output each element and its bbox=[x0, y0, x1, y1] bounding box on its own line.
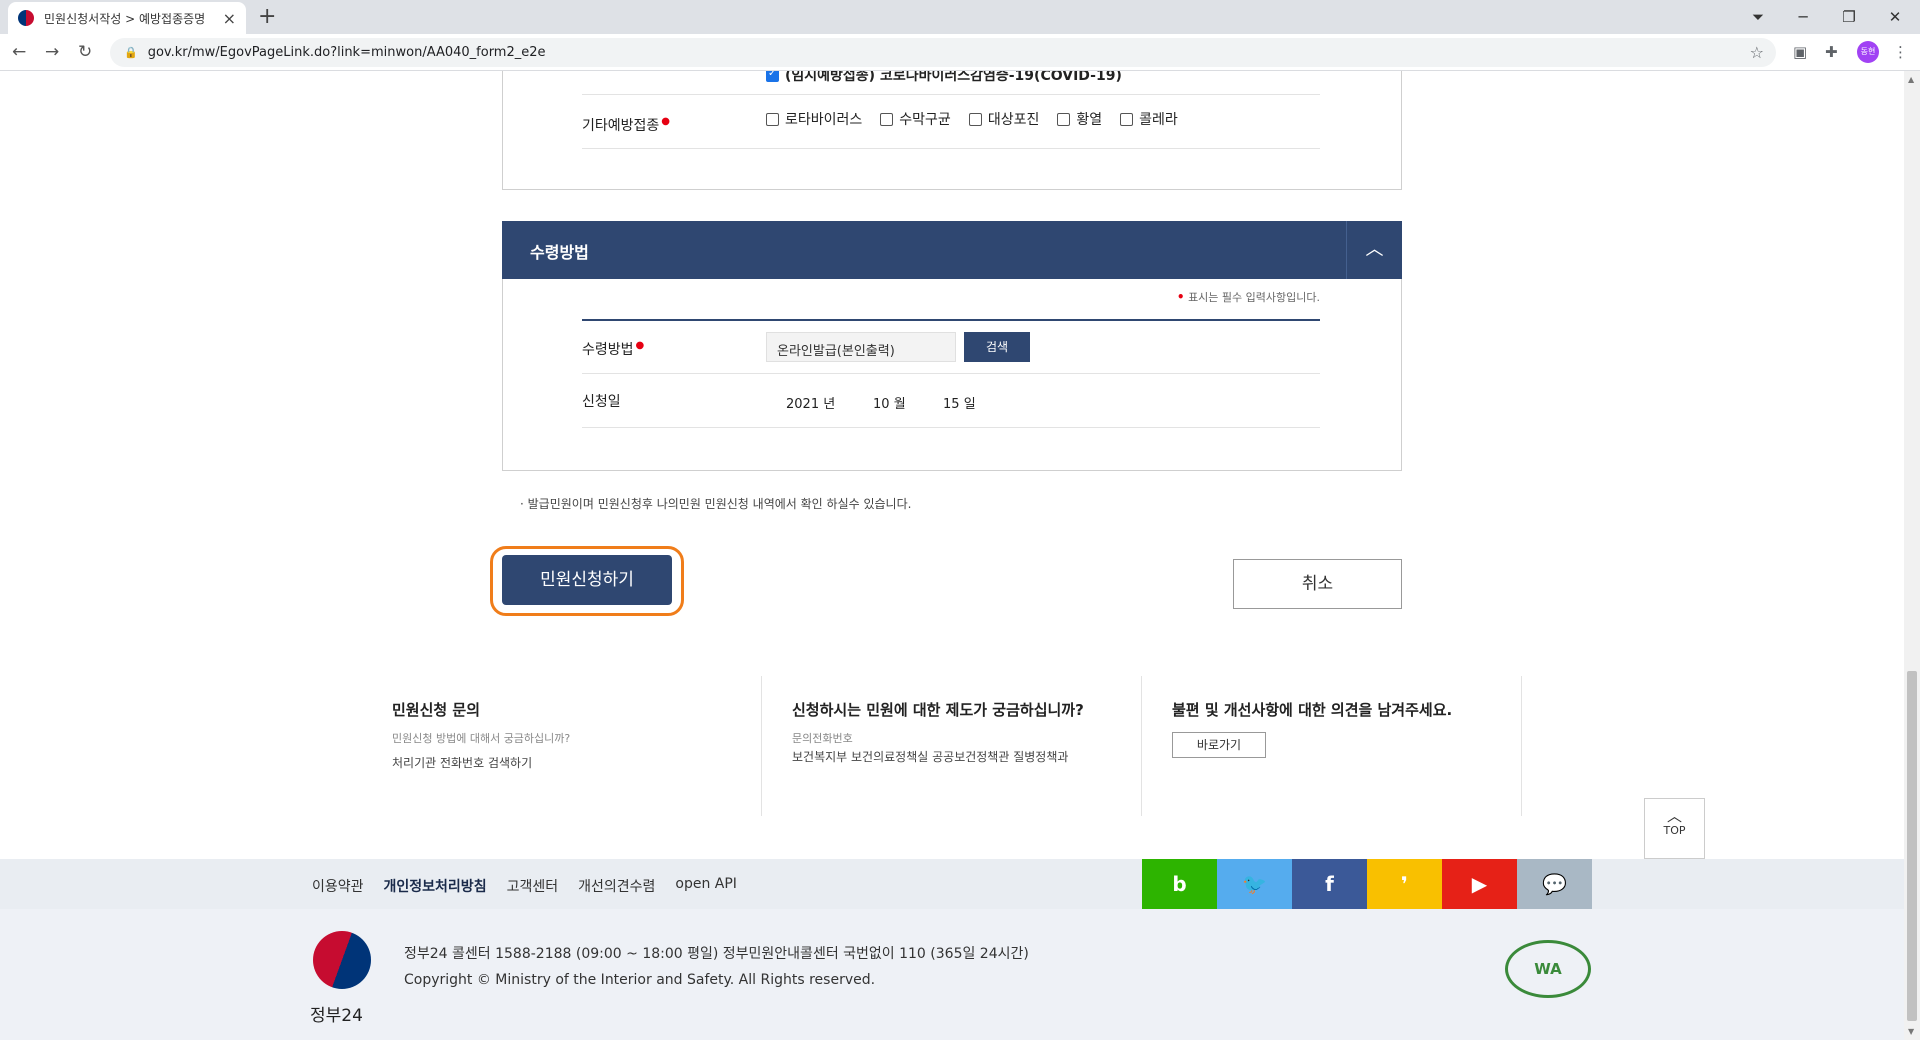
policy-sub: 문의전화번호 bbox=[792, 732, 853, 745]
extension-icon[interactable]: ▣ bbox=[1793, 43, 1807, 61]
open-api-link[interactable]: open API bbox=[675, 876, 737, 896]
scroll-down-icon[interactable]: ▼ bbox=[1908, 1027, 1914, 1036]
receipt-method-field[interactable]: 온라인발급(본인출력) bbox=[766, 332, 956, 362]
covid-checkbox[interactable] bbox=[766, 71, 779, 82]
divider bbox=[582, 427, 1320, 428]
search-button[interactable]: 검색 bbox=[964, 332, 1030, 362]
policy-title: 신청하시는 민원에 대한 제도가 궁금하십니까? bbox=[792, 701, 1084, 719]
required-note: • 표시는 필수 입력사항입니다. bbox=[1176, 290, 1320, 304]
divider bbox=[582, 373, 1320, 374]
inquiry-title: 민원신청 문의 bbox=[392, 701, 481, 719]
window-buttons: ─ ❐ ✕ bbox=[1780, 0, 1918, 34]
other-vaccine-label: 기타예방접종 ● bbox=[582, 116, 671, 134]
footer-info: 정부24 콜센터 1588-2188 (09:00 ~ 18:00 평일) 정부… bbox=[404, 941, 1029, 993]
section-title: 수령방법 bbox=[530, 243, 589, 262]
privacy-link[interactable]: 개인정보처리방침 bbox=[384, 876, 487, 896]
gov-favicon-icon bbox=[18, 10, 34, 26]
footer-nav: 이용약관 개인정보처리방침 고객센터 개선의견수렴 open API b 🐦 f… bbox=[0, 859, 1904, 909]
close-window-icon[interactable]: ✕ bbox=[1872, 8, 1918, 26]
footer: 정부24 정부24 콜센터 1588-2188 (09:00 ~ 18:00 평… bbox=[0, 909, 1904, 1040]
talk-icon[interactable]: 💬 bbox=[1517, 859, 1592, 909]
column-divider bbox=[1141, 676, 1142, 816]
section-divider bbox=[582, 319, 1320, 321]
tab-close-icon[interactable]: × bbox=[223, 9, 236, 28]
feedback-column: 불편 및 개선사항에 대한 의견을 남겨주세요. 바로가기 bbox=[1172, 699, 1452, 839]
tab-title: 민원신청서작성 > 예방접종증명 bbox=[44, 11, 206, 26]
address-bar[interactable]: 🔒 gov.kr/mw/EgovPageLink.do?link=minwon/… bbox=[110, 38, 1776, 67]
lock-icon: 🔒 bbox=[124, 46, 138, 59]
url-text: gov.kr/mw/EgovPageLink.do?link=minwon/AA… bbox=[147, 45, 546, 60]
apply-day: 15 일 bbox=[943, 397, 976, 412]
chevron-up-icon: ︿ bbox=[1666, 807, 1682, 825]
puzzle-icon[interactable]: ✚ bbox=[1825, 43, 1838, 61]
scrollbar-thumb[interactable] bbox=[1907, 671, 1917, 1021]
covid-label: (임시예방접종) 코로나바이러스감염증-19(COVID-19) bbox=[785, 71, 1122, 84]
browser-tab[interactable]: 민원신청서작성 > 예방접종증명 × bbox=[8, 2, 246, 34]
blog-icon[interactable]: b bbox=[1142, 859, 1217, 909]
web-accessibility-badge-icon: WA bbox=[1505, 940, 1591, 998]
policy-detail: 보건복지부 보건의료정책실 공공보건정책관 질병정책과 bbox=[792, 750, 1069, 764]
restore-icon[interactable]: ❐ bbox=[1826, 8, 1872, 26]
minimize-icon[interactable]: ─ bbox=[1780, 8, 1826, 26]
inquiry-sub: 민원신청 방법에 대해서 궁금하십니까? bbox=[392, 732, 571, 745]
menu-icon[interactable]: ⋮ bbox=[1893, 43, 1908, 61]
receipt-section-box bbox=[502, 279, 1402, 471]
terms-link[interactable]: 이용약관 bbox=[312, 876, 364, 896]
option-yellow-fever[interactable]: 황열 bbox=[1057, 109, 1102, 129]
browser-tabbar: 민원신청서작성 > 예방접종증명 × + ⏷ ─ ❐ ✕ bbox=[0, 0, 1920, 34]
twitter-icon[interactable]: 🐦 bbox=[1217, 859, 1292, 909]
inquiry-column: 민원신청 문의 민원신청 방법에 대해서 궁금하십니까? 처리기관 전화번호 검… bbox=[392, 699, 570, 839]
apply-button[interactable]: 민원신청하기 bbox=[502, 555, 672, 605]
option-shingles[interactable]: 대상포진 bbox=[968, 109, 1039, 129]
tab-search-icon[interactable]: ⏷ bbox=[1735, 8, 1781, 26]
logo-text: 정부24 bbox=[310, 1006, 363, 1026]
reload-icon[interactable]: ↻ bbox=[78, 42, 92, 62]
apply-month: 10 월 bbox=[873, 397, 906, 412]
youtube-icon[interactable]: ▶ bbox=[1442, 859, 1517, 909]
divider bbox=[582, 94, 1320, 95]
browser-toolbar: ← → ↻ 🔒 gov.kr/mw/EgovPageLink.do?link=m… bbox=[0, 34, 1920, 71]
copyright-line: Copyright © Ministry of the Interior and… bbox=[404, 972, 876, 988]
policy-column: 신청하시는 민원에 대한 제도가 궁금하십니까? 문의전화번호 보건복지부 보건… bbox=[792, 699, 1084, 839]
forward-icon[interactable]: → bbox=[45, 42, 59, 62]
method-label: 수령방법 ● bbox=[582, 340, 645, 358]
page-content: (임시예방접종) 코로나바이러스감염증-19(COVID-19) 기타예방접종●… bbox=[0, 71, 1904, 1040]
footer-links: 이용약관 개인정보처리방침 고객센터 개선의견수렴 open API bbox=[312, 876, 737, 896]
profile-avatar[interactable]: 동현 bbox=[1857, 41, 1879, 63]
divider bbox=[582, 148, 1320, 149]
gov24-logo-icon bbox=[313, 931, 371, 989]
collapse-chevron-icon[interactable]: ︿ bbox=[1346, 221, 1402, 279]
column-divider bbox=[761, 676, 762, 816]
new-tab-icon[interactable]: + bbox=[258, 4, 276, 29]
apply-date-label: 신청일 bbox=[582, 394, 621, 410]
phone-search-link[interactable]: 처리기관 전화번호 검색하기 bbox=[392, 754, 570, 771]
feedback-title: 불편 및 개선사항에 대한 의견을 남겨주세요. bbox=[1172, 701, 1453, 719]
bookmark-star-icon[interactable]: ☆ bbox=[1750, 43, 1764, 62]
other-vaccine-options: 로타바이러스 수막구균 대상포진 황열 콜레라 bbox=[766, 109, 1196, 129]
covid-vaccine-item: (임시예방접종) 코로나바이러스감염증-19(COVID-19) bbox=[766, 71, 1140, 86]
callcenter-line: 정부24 콜센터 1588-2188 (09:00 ~ 18:00 평일) 정부… bbox=[404, 946, 1029, 962]
cancel-button[interactable]: 취소 bbox=[1233, 559, 1402, 609]
notice-text: · 발급민원이며 민원신청후 나의민원 민원신청 내역에서 확인 하실수 있습니… bbox=[520, 497, 912, 511]
back-icon[interactable]: ← bbox=[12, 42, 26, 62]
option-meningococcus[interactable]: 수막구균 bbox=[880, 109, 951, 129]
top-button[interactable]: ︿ TOP bbox=[1644, 798, 1705, 859]
receipt-section-header: 수령방법 ︿ bbox=[502, 221, 1402, 279]
option-rotavirus[interactable]: 로타바이러스 bbox=[766, 109, 862, 129]
scroll-up-icon[interactable]: ▲ bbox=[1908, 75, 1914, 84]
feedback-link[interactable]: 개선의견수렴 bbox=[578, 876, 655, 896]
scrollbar[interactable]: ▲ ▼ bbox=[1904, 71, 1920, 1040]
option-cholera[interactable]: 콜레라 bbox=[1120, 109, 1178, 129]
kakaostory-icon[interactable]: ❜ bbox=[1367, 859, 1442, 909]
support-link[interactable]: 고객센터 bbox=[507, 876, 559, 896]
column-divider bbox=[1521, 676, 1522, 816]
apply-year: 2021 년 bbox=[786, 397, 836, 412]
window-controls: ⏷ bbox=[1735, 0, 1781, 34]
go-button[interactable]: 바로가기 bbox=[1172, 732, 1266, 758]
facebook-icon[interactable]: f bbox=[1292, 859, 1367, 909]
